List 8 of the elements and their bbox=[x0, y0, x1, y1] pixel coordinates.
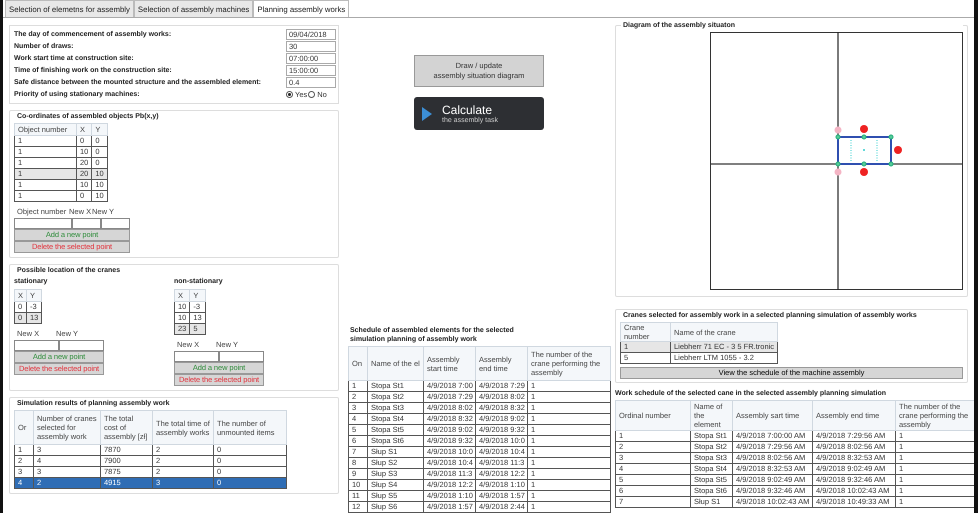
input-field[interactable] bbox=[14, 218, 72, 229]
input-field[interactable] bbox=[101, 218, 130, 229]
input-field[interactable] bbox=[72, 218, 101, 229]
play-icon bbox=[422, 106, 432, 120]
input-field[interactable] bbox=[219, 351, 264, 362]
input-field[interactable] bbox=[59, 340, 104, 351]
input-field[interactable] bbox=[14, 340, 59, 351]
input-field[interactable] bbox=[174, 351, 219, 362]
